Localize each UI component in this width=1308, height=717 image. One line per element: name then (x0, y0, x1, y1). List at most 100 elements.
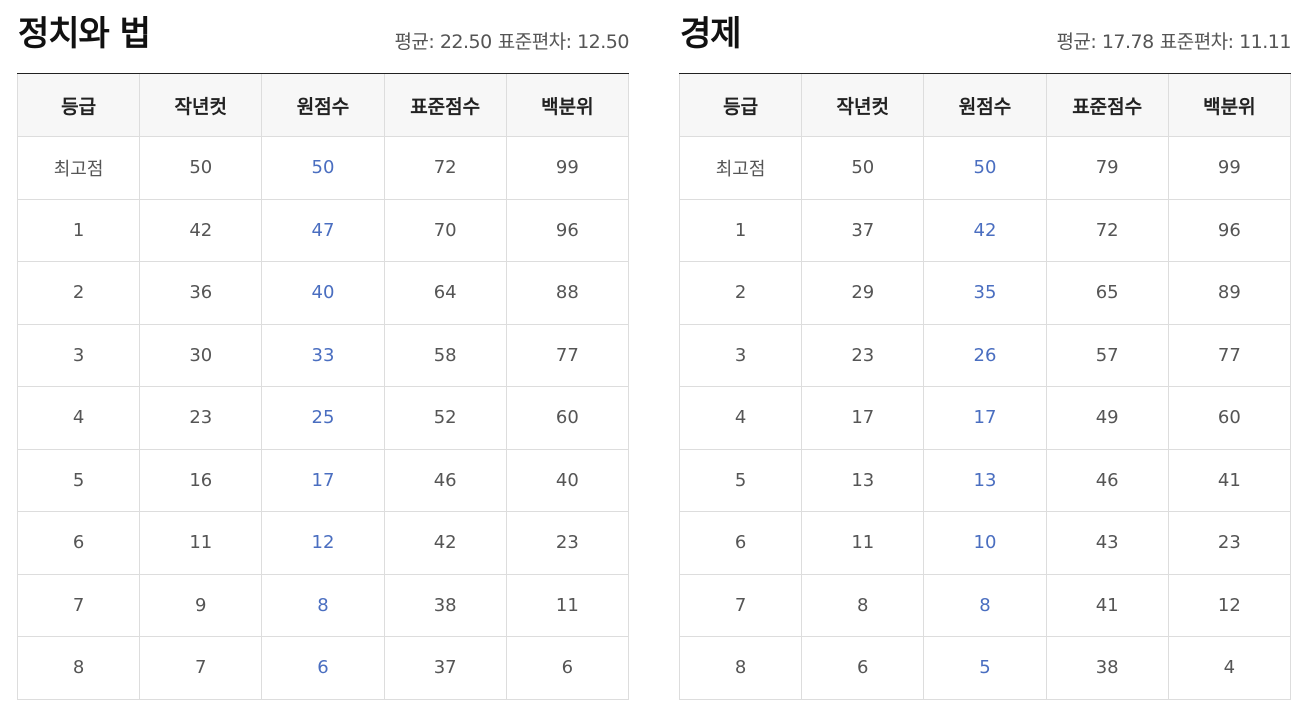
standard-score-cell: 37 (383, 636, 507, 700)
grade-cell: 4 (678, 386, 803, 450)
column-header-last-year-cut: 작년컷 (139, 74, 263, 137)
column-header-raw-score: 원점수 (923, 74, 1047, 137)
grade-cut-table: 등급 작년컷 원점수 표준점수 백분위 최고점 50 50 72 99 1 42… (16, 74, 630, 700)
table-row: 최고점 50 50 79 99 (678, 136, 1292, 200)
standard-score-cell: 52 (383, 386, 507, 450)
table-row: 5 16 17 46 40 (16, 448, 630, 512)
last-year-cut-cell: 36 (139, 261, 263, 325)
grade-cell: 최고점 (16, 136, 141, 200)
percentile-cell: 77 (505, 323, 630, 387)
grade-cell: 7 (678, 573, 803, 637)
table-row: 4 17 17 49 60 (678, 386, 1292, 450)
table-row: 6 11 10 43 23 (678, 511, 1292, 575)
last-year-cut-cell: 11 (139, 511, 263, 575)
raw-score-cell: 13 (923, 448, 1047, 512)
last-year-cut-cell: 16 (139, 448, 263, 512)
grade-cell: 8 (16, 636, 141, 700)
std-dev-label: 표준편차: 12.50 (497, 31, 630, 53)
standard-score-cell: 70 (383, 198, 507, 262)
score-panel-politics-law: 정치와 법 평균: 22.50 표준편차: 12.50 등급 작년컷 원점수 표준… (16, 0, 630, 700)
last-year-cut-cell: 50 (139, 136, 263, 200)
column-header-grade: 등급 (16, 74, 141, 137)
panel-title: 경제 (680, 14, 742, 54)
percentile-cell: 11 (505, 573, 630, 637)
grade-cell: 7 (16, 573, 141, 637)
table-row: 7 9 8 38 11 (16, 573, 630, 637)
raw-score-cell: 33 (261, 323, 385, 387)
raw-score-cell: 5 (923, 636, 1047, 700)
table-row: 3 23 26 57 77 (678, 323, 1292, 387)
raw-score-cell: 26 (923, 323, 1047, 387)
percentile-cell: 89 (1167, 261, 1292, 325)
table-row: 1 42 47 70 96 (16, 198, 630, 262)
table-header-row: 등급 작년컷 원점수 표준점수 백분위 (678, 74, 1292, 137)
last-year-cut-cell: 6 (801, 636, 925, 700)
grade-cell: 3 (678, 323, 803, 387)
raw-score-cell: 6 (261, 636, 385, 700)
grade-cell: 6 (16, 511, 141, 575)
percentile-cell: 4 (1167, 636, 1292, 700)
standard-score-cell: 65 (1045, 261, 1169, 325)
percentile-cell: 96 (505, 198, 630, 262)
standard-score-cell: 41 (1045, 573, 1169, 637)
panel-stats: 평균: 17.78 표준편차: 11.11 (1056, 29, 1291, 55)
grade-cell: 3 (16, 323, 141, 387)
table-row: 8 6 5 38 4 (678, 636, 1292, 700)
standard-score-cell: 58 (383, 323, 507, 387)
standard-score-cell: 79 (1045, 136, 1169, 200)
grade-cell: 4 (16, 386, 141, 450)
percentile-cell: 23 (505, 511, 630, 575)
column-header-last-year-cut: 작년컷 (801, 74, 925, 137)
raw-score-cell: 8 (261, 573, 385, 637)
standard-score-cell: 38 (1045, 636, 1169, 700)
table-row: 최고점 50 50 72 99 (16, 136, 630, 200)
column-header-raw-score: 원점수 (261, 74, 385, 137)
standard-score-cell: 72 (1045, 198, 1169, 262)
grade-cell: 6 (678, 511, 803, 575)
standard-score-cell: 46 (383, 448, 507, 512)
grade-cell: 5 (16, 448, 141, 512)
table-row: 5 13 13 46 41 (678, 448, 1292, 512)
last-year-cut-cell: 11 (801, 511, 925, 575)
column-header-standard-score: 표준점수 (383, 74, 507, 137)
table-row: 7 8 8 41 12 (678, 573, 1292, 637)
last-year-cut-cell: 17 (801, 386, 925, 450)
last-year-cut-cell: 29 (801, 261, 925, 325)
last-year-cut-cell: 30 (139, 323, 263, 387)
raw-score-cell: 17 (261, 448, 385, 512)
standard-score-cell: 49 (1045, 386, 1169, 450)
panel-title: 정치와 법 (18, 14, 151, 54)
table-row: 4 23 25 52 60 (16, 386, 630, 450)
raw-score-cell: 50 (923, 136, 1047, 200)
panel-header: 경제 평균: 17.78 표준편차: 11.11 (679, 0, 1292, 74)
last-year-cut-cell: 37 (801, 198, 925, 262)
raw-score-cell: 10 (923, 511, 1047, 575)
raw-score-cell: 40 (261, 261, 385, 325)
column-header-percentile: 백분위 (505, 74, 630, 137)
table-row: 3 30 33 58 77 (16, 323, 630, 387)
grade-cell: 1 (16, 198, 141, 262)
percentile-cell: 99 (1167, 136, 1292, 200)
grade-cut-table: 등급 작년컷 원점수 표준점수 백분위 최고점 50 50 79 99 1 37… (678, 74, 1292, 700)
raw-score-cell: 17 (923, 386, 1047, 450)
raw-score-cell: 42 (923, 198, 1047, 262)
table-row: 1 37 42 72 96 (678, 198, 1292, 262)
table-row: 6 11 12 42 23 (16, 511, 630, 575)
standard-score-cell: 57 (1045, 323, 1169, 387)
table-row: 2 36 40 64 88 (16, 261, 630, 325)
table-row: 8 7 6 37 6 (16, 636, 630, 700)
score-panel-economics: 경제 평균: 17.78 표준편차: 11.11 등급 작년컷 원점수 표준점수 … (678, 0, 1292, 700)
mean-label: 평균: 17.78 (1056, 31, 1154, 53)
last-year-cut-cell: 23 (801, 323, 925, 387)
std-dev-label: 표준편차: 11.11 (1159, 31, 1292, 53)
standard-score-cell: 46 (1045, 448, 1169, 512)
table-header-row: 등급 작년컷 원점수 표준점수 백분위 (16, 74, 630, 137)
column-header-standard-score: 표준점수 (1045, 74, 1169, 137)
raw-score-cell: 25 (261, 386, 385, 450)
grade-cell: 5 (678, 448, 803, 512)
panel-header: 정치와 법 평균: 22.50 표준편차: 12.50 (17, 0, 630, 74)
last-year-cut-cell: 8 (801, 573, 925, 637)
last-year-cut-cell: 7 (139, 636, 263, 700)
percentile-cell: 60 (505, 386, 630, 450)
last-year-cut-cell: 42 (139, 198, 263, 262)
